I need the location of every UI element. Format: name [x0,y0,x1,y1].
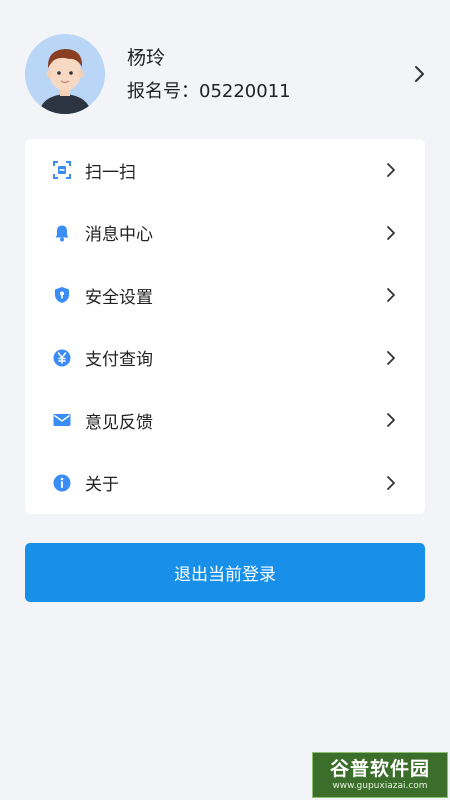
menu-item-label: 消息中心 [85,225,153,246]
chevron-right-icon [387,413,395,428]
watermark-url: www.gupuxiazai.com [332,781,428,791]
scan-icon [53,161,71,180]
menu-card: 扫一扫 消息中心 安全设置 支付查询 意见反馈 关于 [25,139,425,514]
profile-header[interactable]: 杨玲 报名号：05220011 [0,20,450,128]
chevron-right-icon [387,225,395,240]
chevron-right-icon [387,288,395,303]
registration-number: 报名号：05220011 [127,80,409,104]
menu-item-about[interactable]: 关于 [25,452,425,515]
menu-item-label: 支付查询 [85,350,153,371]
avatar-illustration [25,34,105,114]
chevron-right-icon [415,66,424,82]
registration-number-label: 报名号： [127,80,199,102]
shield-icon [53,286,71,304]
menu-item-security[interactable]: 安全设置 [25,264,425,327]
bell-icon [53,224,71,242]
chevron-right-icon [387,350,395,365]
menu-item-payment[interactable]: 支付查询 [25,327,425,390]
menu-item-feedback[interactable]: 意见反馈 [25,389,425,452]
logout-button[interactable]: 退出当前登录 [25,543,425,602]
profile-info: 杨玲 报名号：05220011 [127,45,409,104]
profile-name: 杨玲 [127,46,166,69]
yen-icon [53,349,71,367]
menu-item-label: 安全设置 [85,287,153,308]
menu-item-messages[interactable]: 消息中心 [25,202,425,265]
menu-item-scan[interactable]: 扫一扫 [25,139,425,202]
menu-item-label: 扫一扫 [85,162,136,183]
mail-icon [53,411,71,429]
avatar [25,34,105,114]
watermark-title: 谷普软件园 [329,758,430,780]
menu-item-label: 意见反馈 [85,412,153,433]
info-icon [53,474,71,492]
watermark: 谷普软件园 www.gupuxiazai.com [312,752,448,798]
registration-number-value: 05220011 [199,80,291,102]
menu-item-label: 关于 [85,475,119,496]
chevron-right-icon [387,163,395,178]
profile-page: 杨玲 报名号：05220011 扫一扫 消息中心 安全设置 支付查询 意见反馈 … [0,0,450,800]
chevron-right-icon [387,475,395,490]
